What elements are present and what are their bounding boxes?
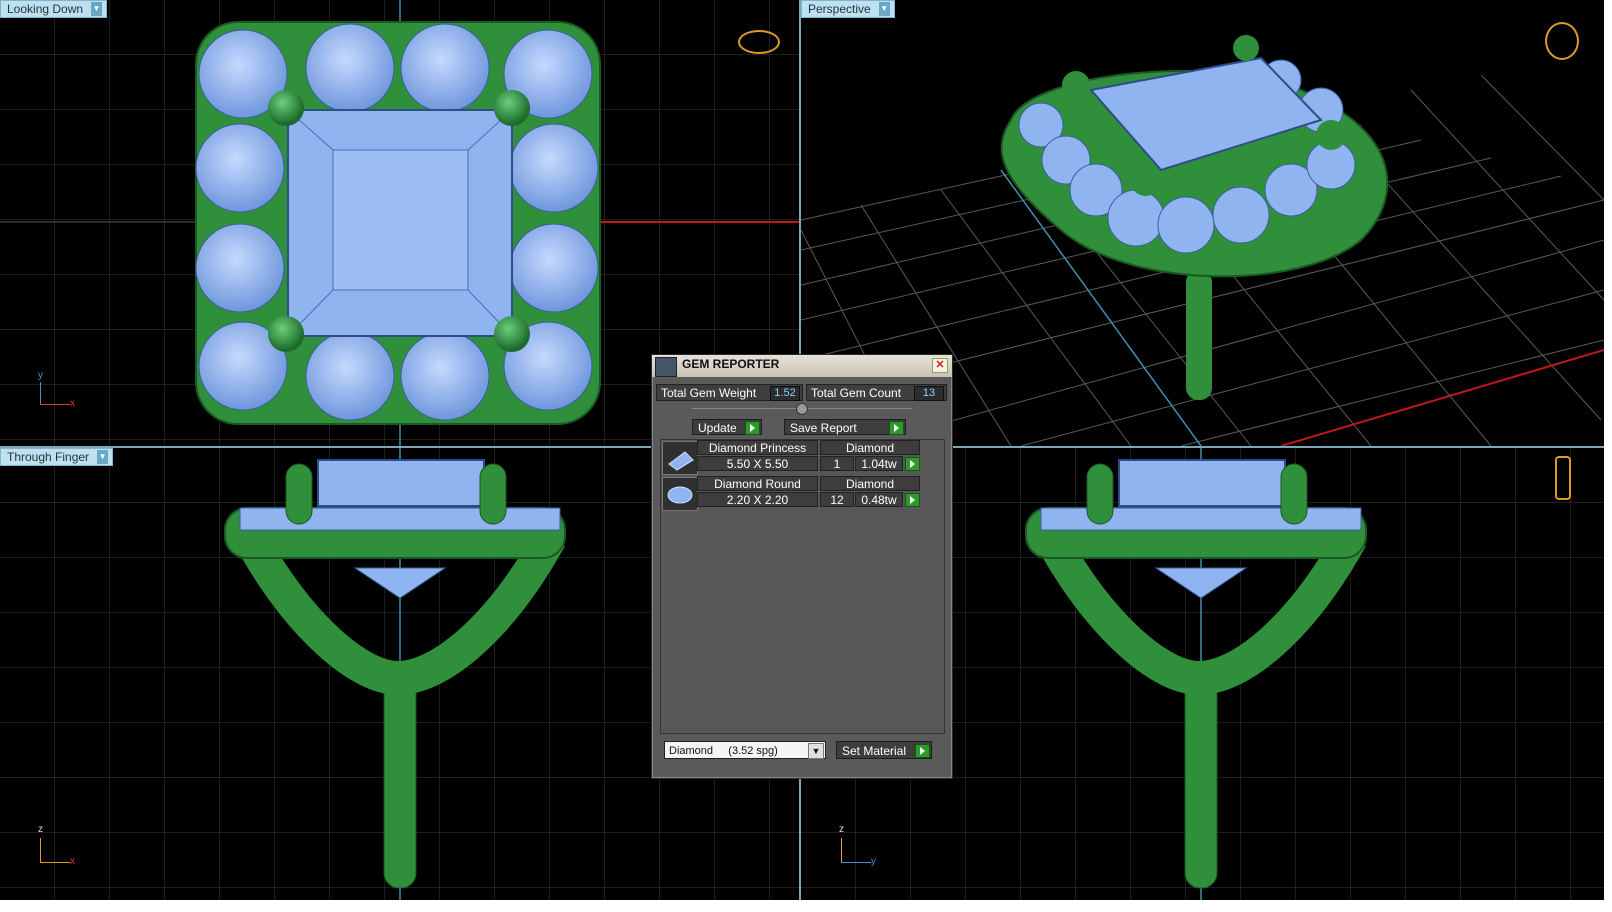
gem-reporter-panel: GEM REPORTER ✕ Total Gem Weight 1.52 Tot… [651,354,953,779]
gem-material: Diamond [820,476,920,491]
save-report-button[interactable]: Save Report [784,419,906,435]
axis-z-label: z [38,824,43,835]
total-weight-value: 1.52 [770,386,800,401]
axis-indicator: z x [36,824,76,868]
set-material-button[interactable]: Set Material [836,741,932,759]
panel-titlebar[interactable]: GEM REPORTER ✕ [652,355,952,377]
ring-orientation-icon [738,30,780,54]
chevron-down-icon[interactable]: ▼ [91,2,103,16]
gem-size: 5.50 X 5.50 [697,456,818,471]
total-count-value: 13 [914,386,944,401]
axis-z-label: z [839,824,844,835]
gem-row-action-button[interactable] [905,493,920,507]
ring-orientation-icon [1545,22,1579,60]
close-icon: ✕ [935,359,945,371]
gem-name: Diamond Round [697,476,818,491]
total-count-field: Total Gem Count 13 [806,384,947,401]
gem-row-action-button[interactable] [905,457,920,471]
gem-count: 1 [820,456,854,471]
play-arrow-icon [915,744,930,758]
gem-size: 2.20 X 2.20 [697,492,818,507]
gem-row[interactable]: Diamond Round Diamond 2.20 X 2.20 12 0.4… [661,476,920,511]
close-button[interactable]: ✕ [932,358,948,373]
gem-row[interactable]: Diamond Princess Diamond 5.50 X 5.50 1 1… [661,440,920,475]
viewport-label[interactable]: Perspective ▼ [801,0,895,18]
ring-orientation-icon [1555,456,1571,500]
total-count-label: Total Gem Count [811,386,902,400]
gem-material: Diamond [820,440,920,455]
round-gem-icon [662,477,698,511]
axis-x-label: x [70,856,75,867]
gem-weight: 0.48tw [855,492,903,507]
update-button[interactable]: Update [692,419,762,435]
collapse-handle-icon[interactable] [796,403,808,415]
axis-y-label: y [871,856,876,867]
panel-title: GEM REPORTER [682,357,780,371]
play-arrow-icon [889,421,904,435]
princess-gem-icon [662,441,698,475]
axis-indicator: y x [36,370,76,410]
axis-y-label: y [38,370,43,381]
chevron-down-icon[interactable]: ▼ [808,743,824,759]
material-select[interactable]: Diamond (3.52 spg) ▼ [664,741,826,759]
axis-indicator: z y [837,824,877,868]
play-arrow-icon [745,421,760,435]
gem-count: 12 [820,492,854,507]
axis-x-label: x [70,398,75,409]
gem-weight: 1.04tw [855,456,903,471]
total-weight-field: Total Gem Weight 1.52 [656,384,803,401]
viewport-label[interactable]: Through Finger ▼ [0,448,114,466]
total-weight-label: Total Gem Weight [661,386,757,400]
viewport-label[interactable]: Looking Down ▼ [0,0,108,18]
gem-reporter-icon [655,357,677,377]
gem-name: Diamond Princess [697,440,818,455]
gem-list[interactable]: Diamond Princess Diamond 5.50 X 5.50 1 1… [660,439,945,734]
chevron-down-icon[interactable]: ▼ [97,450,109,464]
chevron-down-icon[interactable]: ▼ [878,2,890,16]
